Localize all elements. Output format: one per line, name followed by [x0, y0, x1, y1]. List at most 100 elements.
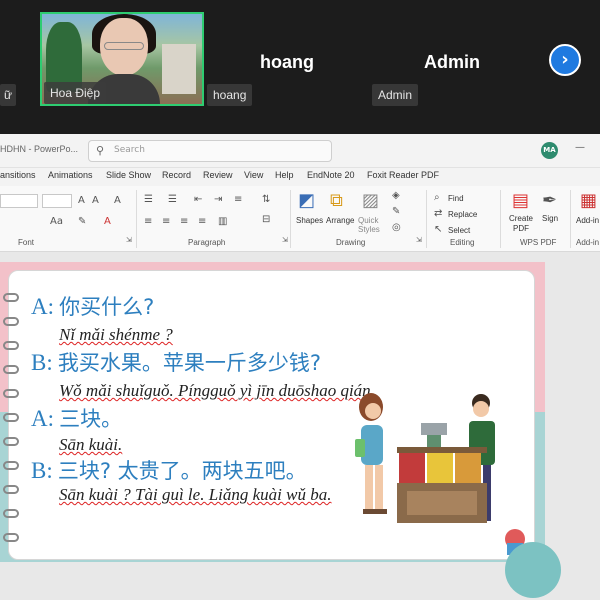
- participant-name: Admin: [424, 52, 480, 72]
- dialog-launcher-icon[interactable]: ⇲: [282, 236, 288, 244]
- participant-tile-admin[interactable]: Admin Admin: [370, 12, 534, 106]
- minimize-button[interactable]: —: [575, 142, 587, 154]
- font-color-icon[interactable]: A: [104, 216, 111, 227]
- window-title: HDHN - PowerPo...: [0, 144, 79, 154]
- tab-review[interactable]: Review: [203, 170, 233, 180]
- shape-effects-icon[interactable]: ◎: [392, 222, 401, 233]
- avatar[interactable]: MA: [541, 142, 558, 159]
- arrange-icon[interactable]: ⧉: [330, 190, 343, 211]
- speaker-label: A:: [31, 406, 54, 431]
- ribbon: A A A Aa ✎ A Font ⇲ ☰ ☰ ⇤ ⇥ ≡ ⇅ ≡ ≡ ≡ ≡ …: [0, 186, 600, 252]
- arrange-label[interactable]: Arrange: [326, 216, 354, 225]
- grow-font-icon[interactable]: A: [78, 195, 85, 206]
- pinyin-line: Sān kuài.: [59, 435, 123, 454]
- participant-video-tile[interactable]: Hoa Điệp: [40, 12, 204, 106]
- sign-label[interactable]: Sign: [542, 214, 558, 223]
- shape-outline-icon[interactable]: ✎: [392, 206, 400, 217]
- shapes-label[interactable]: Shapes: [296, 216, 323, 225]
- participant-tile-hoang[interactable]: hoang hoang: [205, 12, 369, 106]
- increase-indent-icon[interactable]: ⇥: [214, 194, 222, 205]
- binder-ring: [3, 365, 19, 374]
- speaker-label: B:: [31, 350, 53, 375]
- select-icon[interactable]: ↖: [434, 224, 442, 235]
- tab-foxit-reader[interactable]: Foxit Reader PDF: [367, 170, 439, 180]
- add-in-icon[interactable]: ▦: [580, 190, 597, 211]
- shape-fill-icon[interactable]: ◈: [392, 190, 400, 201]
- justify-icon[interactable]: ≡: [198, 216, 206, 227]
- font-size-box[interactable]: [42, 194, 72, 208]
- binder-ring: [3, 485, 19, 494]
- ribbon-separator: [136, 190, 137, 248]
- participant-name: hoang: [260, 52, 314, 72]
- scale-base: [427, 435, 441, 447]
- tab-record[interactable]: Record: [162, 170, 191, 180]
- search-placeholder: Search: [114, 145, 145, 155]
- ribbon-separator: [290, 190, 291, 248]
- quick-styles-icon[interactable]: ▨: [362, 190, 379, 211]
- pinyin-line: Nǐ mǎi shénme ?: [59, 325, 173, 344]
- tab-endnote[interactable]: EndNote 20: [307, 170, 355, 180]
- decrease-indent-icon[interactable]: ⇤: [194, 194, 202, 205]
- align-center-icon[interactable]: ≡: [162, 216, 170, 227]
- create-pdf-label[interactable]: Create PDF: [508, 214, 534, 234]
- dialogue-line-a2: A: 三块。: [31, 403, 122, 433]
- quick-styles-label[interactable]: Quick Styles: [358, 216, 384, 234]
- ribbon-tabs: ansitions Animations Slide Show Record R…: [0, 168, 600, 186]
- slide-canvas[interactable]: A: 你买什么? Nǐ mǎi shénme ? B: 我买水果。苹果一斤多少钱…: [0, 252, 600, 600]
- stall-panel: [407, 491, 477, 515]
- stall-counter: [397, 447, 487, 453]
- tab-transitions[interactable]: ansitions: [0, 170, 36, 180]
- align-left-icon[interactable]: ≡: [144, 216, 152, 227]
- seller-face: [473, 401, 489, 417]
- binder-ring: [3, 341, 19, 350]
- shrink-font-icon[interactable]: A: [92, 195, 99, 206]
- meeting-participant-strip: ữ Hoa Điệp hoang hoang Admin Admin ›: [0, 0, 600, 134]
- line-spacing-icon[interactable]: ≡: [234, 194, 242, 205]
- corner-decoration: [505, 542, 561, 598]
- binder-ring: [3, 461, 19, 470]
- ribbon-separator: [500, 190, 501, 248]
- text-direction-icon[interactable]: ⇅: [262, 194, 270, 205]
- tab-slide-show[interactable]: Slide Show: [106, 170, 151, 180]
- group-label-drawing: Drawing: [336, 238, 366, 247]
- add-in-label[interactable]: Add-in: [576, 216, 599, 225]
- hanzi-text: 三块? 太贵了。两块五吧。: [57, 459, 307, 483]
- find-icon[interactable]: ⌕: [434, 192, 440, 203]
- clear-format-icon[interactable]: A: [114, 195, 121, 206]
- ribbon-separator: [570, 190, 571, 248]
- next-page-button[interactable]: ›: [549, 44, 581, 76]
- dialogue-line-b1: B: 我买水果。苹果一斤多少钱?: [31, 347, 321, 377]
- align-text-icon[interactable]: ⊟: [262, 214, 270, 225]
- participant-name-tag: Admin: [372, 84, 419, 106]
- dialog-launcher-icon[interactable]: ⇲: [126, 236, 132, 244]
- shapes-icon[interactable]: ◩: [298, 190, 315, 211]
- text-case-icon[interactable]: Aa: [50, 216, 63, 227]
- create-pdf-icon[interactable]: ▤: [512, 190, 529, 211]
- dialogue-line-b2: B: 三块? 太贵了。两块五吧。: [31, 455, 307, 485]
- binder-ring: [3, 317, 19, 326]
- group-label-add-in: Add-in: [576, 238, 600, 247]
- market-illustration: [355, 393, 525, 555]
- columns-icon[interactable]: ▥: [218, 216, 227, 227]
- bullets-icon[interactable]: ☰: [144, 194, 153, 205]
- replace-label[interactable]: Replace: [448, 210, 477, 219]
- pinyin-line: Sān kuài ? Tài guì le. Liǎng kuài wǔ ba.: [59, 485, 332, 504]
- tab-help[interactable]: Help: [275, 170, 294, 180]
- highlight-icon[interactable]: ✎: [78, 216, 86, 227]
- tab-view[interactable]: View: [244, 170, 263, 180]
- customer-leg: [365, 465, 373, 511]
- binder-ring: [3, 389, 19, 398]
- tab-animations[interactable]: Animations: [48, 170, 93, 180]
- sign-icon[interactable]: ✒: [542, 190, 557, 211]
- participant-name-tag: Hoa Điệp: [44, 82, 107, 104]
- group-label-font: Font: [18, 238, 35, 247]
- speaker-label: A:: [31, 294, 54, 319]
- dialog-launcher-icon[interactable]: ⇲: [416, 236, 422, 244]
- select-label[interactable]: Select: [448, 226, 470, 235]
- replace-icon[interactable]: ⇄: [434, 208, 442, 219]
- numbering-icon[interactable]: ☰: [168, 194, 177, 205]
- group-label-paragraph: Paragraph: [188, 238, 226, 247]
- find-label[interactable]: Find: [448, 194, 464, 203]
- font-name-box[interactable]: [0, 194, 38, 208]
- align-right-icon[interactable]: ≡: [180, 216, 188, 227]
